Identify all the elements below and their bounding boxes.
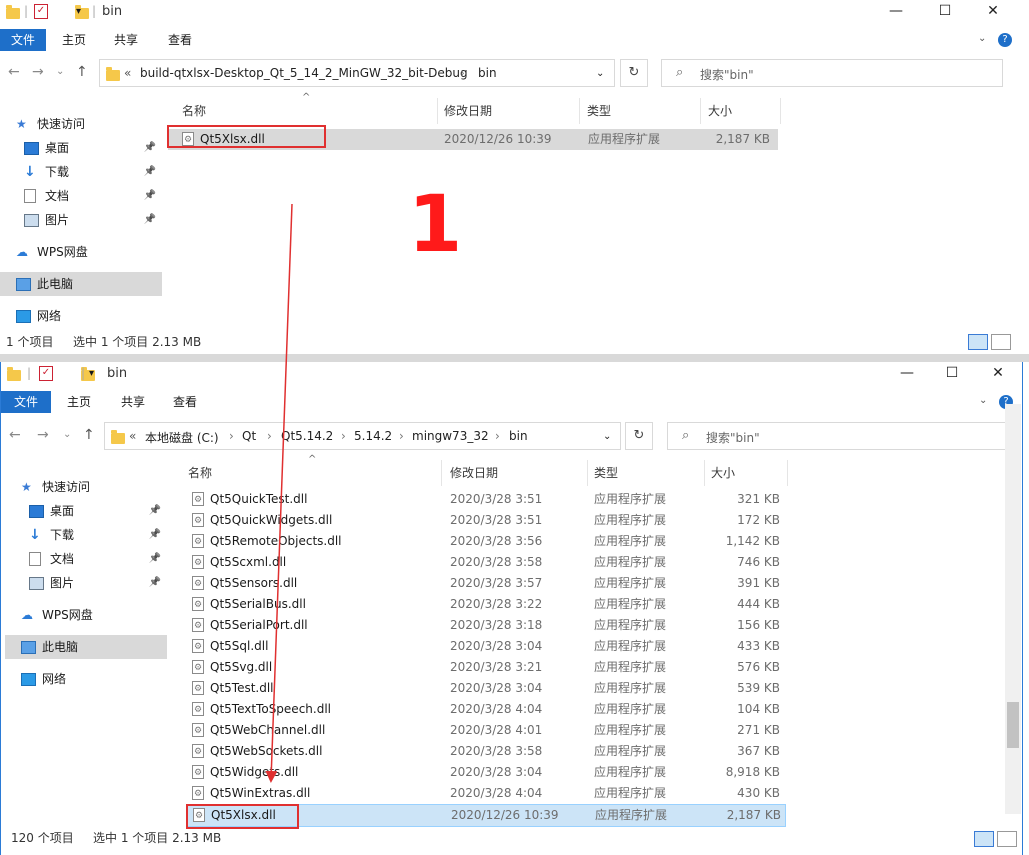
drag-arrow: [265, 203, 293, 783]
